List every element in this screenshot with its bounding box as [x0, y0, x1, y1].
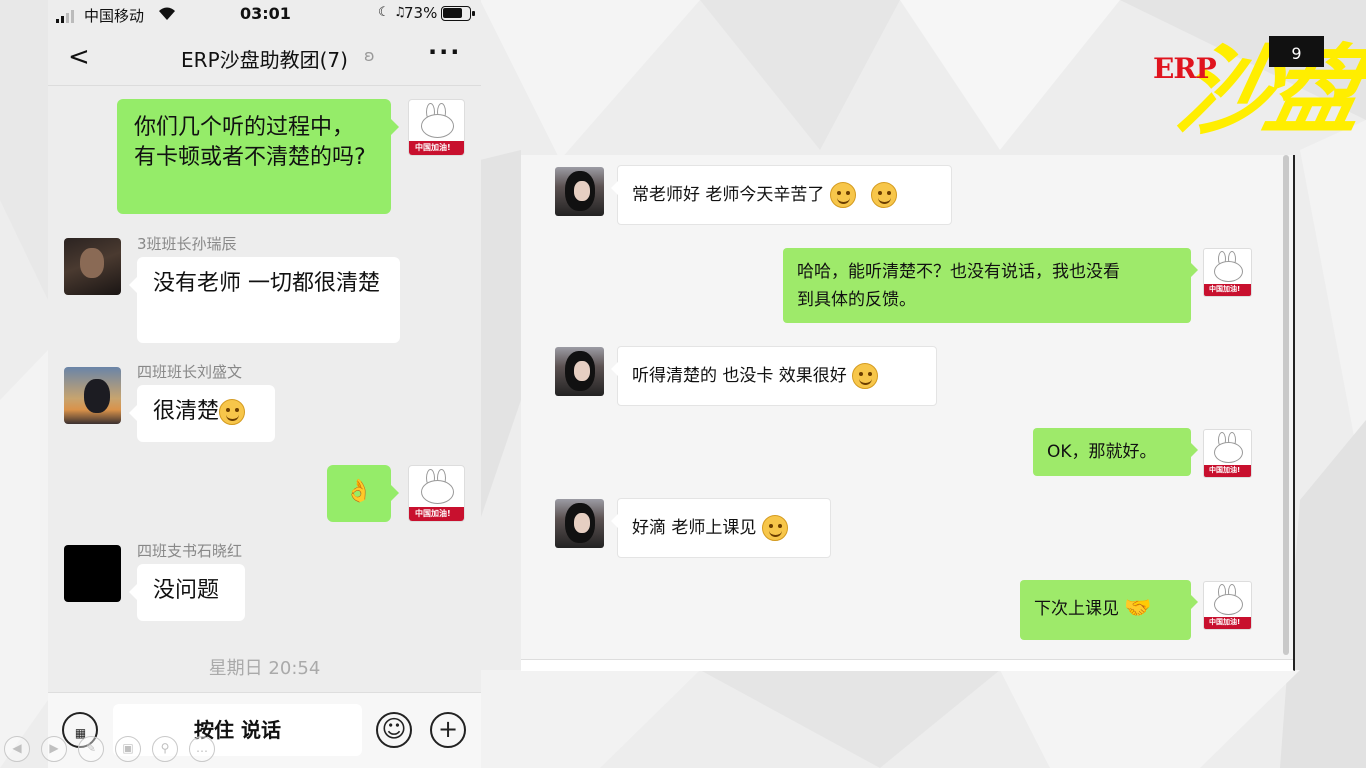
- scrollbar[interactable]: [1283, 155, 1289, 655]
- ok-hand-emoji-icon: 👌: [345, 479, 373, 504]
- grin-emoji-icon: [871, 182, 898, 208]
- message-bubble-received[interactable]: 常老师好 老师今天辛苦了: [611, 165, 952, 225]
- avatar[interactable]: [555, 499, 604, 548]
- battery-percent: 73%: [404, 4, 438, 22]
- clock: 03:01: [240, 4, 291, 23]
- avatar[interactable]: [64, 367, 121, 424]
- message-bubble-sent[interactable]: 👌: [327, 465, 399, 522]
- battery-icon: [441, 6, 471, 21]
- message-bubble-sent[interactable]: OK，那就好。: [1033, 428, 1198, 476]
- carrier-name: 中国移动: [84, 7, 145, 25]
- message-timestamp: 星期日 20:54: [208, 658, 321, 679]
- message-text: 常老师好 老师今天辛苦了: [632, 185, 825, 205]
- avatar-band-text: 中国加油!: [415, 509, 451, 518]
- plus-icon: +: [437, 715, 459, 743]
- message-bubble-sent[interactable]: 你们几个听的过程中，有卡顿或者不清楚的吗?: [117, 99, 399, 214]
- message-bubble-sent[interactable]: 哈哈，能听清楚不？也没有说话，我也没看 到具体的反馈。: [783, 248, 1198, 323]
- chat-header: < ERP沙盘助教团(7) ʚ ···: [48, 30, 481, 86]
- message-text-line1: 哈哈，能听清楚不？也没有说话，我也没看: [797, 262, 1120, 282]
- message-bubble-received[interactable]: 没有老师 一切都很清楚: [129, 257, 400, 343]
- avatar[interactable]: [64, 545, 121, 602]
- message-bubble-received[interactable]: 好滴 老师上课见: [611, 498, 831, 558]
- message-bubble-sent[interactable]: 下次上课见 🤝: [1020, 580, 1198, 640]
- avatar[interactable]: 中国加油!: [1203, 248, 1252, 297]
- avatar[interactable]: 中国加油!: [408, 465, 465, 522]
- next-icon[interactable]: ▶: [41, 736, 67, 762]
- pen-icon[interactable]: ✎: [78, 736, 104, 762]
- avatar-band-text: 中国加油!: [415, 143, 451, 152]
- more-icon[interactable]: …: [189, 736, 215, 762]
- grin-emoji-icon: [761, 515, 788, 541]
- message-list: 你们几个听的过程中，有卡顿或者不清楚的吗? 中国加油! 3班班长孙瑞辰 没有老师…: [48, 87, 481, 692]
- signal-icon: [56, 10, 74, 23]
- smirk-emoji-icon: [219, 399, 246, 425]
- sender-name: 四班支书石晓红: [137, 542, 243, 560]
- prev-icon[interactable]: ◀: [4, 736, 30, 762]
- avatar-band-text: 中国加油!: [1209, 466, 1241, 474]
- status-bar: 中国移动 03:01 ☾ ♫ 73%: [48, 0, 481, 30]
- message-text-line2: 到具体的反馈。: [797, 290, 916, 310]
- more-actions-button[interactable]: +: [430, 712, 466, 748]
- moon-icon: ☾: [378, 5, 390, 20]
- avatar[interactable]: [555, 347, 604, 396]
- avatar-band-text: 中国加油!: [1209, 618, 1241, 626]
- message-bubble-received[interactable]: 很清楚: [129, 385, 275, 442]
- message-text: 好滴 老师上课见: [632, 518, 757, 538]
- sender-name: 四班班长刘盛文: [137, 363, 243, 381]
- more-button[interactable]: ···: [428, 38, 461, 66]
- earpiece-icon: ʚ: [364, 46, 375, 65]
- chat-title: ERP沙盘助教团(7): [181, 48, 348, 72]
- message-bubble-received[interactable]: 听得清楚的 也没卡 效果很好: [611, 346, 937, 406]
- smiley-icon: ☺: [381, 715, 407, 743]
- page-number: 9: [1269, 36, 1324, 67]
- sender-name: 3班班长孙瑞辰: [137, 235, 237, 253]
- avatar[interactable]: 中国加油!: [408, 99, 465, 156]
- message-text: 下次上课见: [1034, 599, 1119, 619]
- grin-emoji-icon: [829, 182, 856, 208]
- message-bubble-received[interactable]: 没问题: [129, 564, 245, 621]
- logo-erp: ERP: [1153, 52, 1217, 85]
- wifi-icon: [157, 5, 177, 25]
- avatar[interactable]: [64, 238, 121, 295]
- message-text: 很清楚: [153, 399, 220, 424]
- avatar-band-text: 中国加油!: [1209, 285, 1241, 293]
- avatar[interactable]: [555, 167, 604, 216]
- message-text: 听得清楚的 也没卡 效果很好: [632, 366, 847, 386]
- emoji-button[interactable]: ☺: [376, 712, 412, 748]
- zoom-icon[interactable]: ⚲: [152, 736, 178, 762]
- slides-icon[interactable]: ▣: [115, 736, 141, 762]
- handshake-emoji-icon: 🤝: [1124, 596, 1152, 621]
- slide-navigation: ◀ ▶ ✎ ▣ ⚲ …: [4, 736, 215, 762]
- phone-screenshot: 中国移动 03:01 ☾ ♫ 73% < ERP沙盘助教团(7) ʚ ··· 你…: [48, 0, 481, 768]
- avatar[interactable]: 中国加油!: [1203, 581, 1252, 630]
- grin-emoji-icon: [852, 363, 879, 389]
- chat-footer: [521, 659, 1293, 671]
- chat-screenshot: 常老师好 老师今天辛苦了 哈哈，能听清楚不？也没有说话，我也没看 到具体的反馈。…: [521, 155, 1295, 671]
- avatar[interactable]: 中国加油!: [1203, 429, 1252, 478]
